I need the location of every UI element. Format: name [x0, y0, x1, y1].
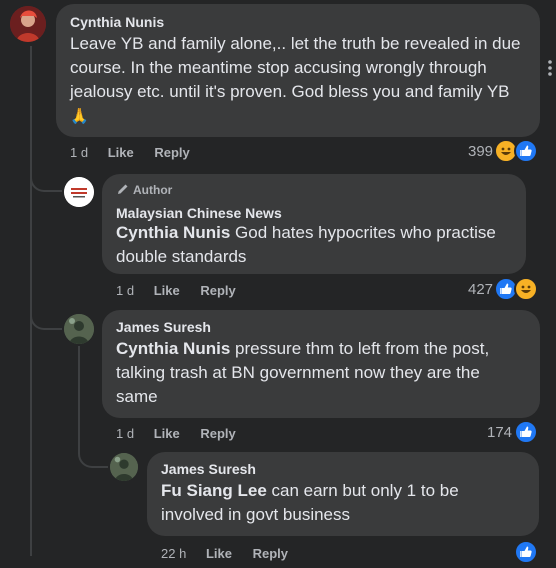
avatar[interactable] — [64, 177, 94, 207]
reply-button[interactable]: Reply — [200, 283, 235, 298]
comment-actions: 1 d Like Reply — [70, 145, 190, 160]
avatar[interactable] — [10, 6, 46, 42]
comment-time[interactable]: 22 h — [161, 546, 186, 561]
reply-button[interactable]: Reply — [200, 426, 235, 441]
avatar[interactable] — [110, 453, 138, 481]
comment-author[interactable]: Malaysian Chinese News — [116, 205, 512, 221]
reaction-count[interactable]: 427 — [468, 281, 493, 298]
comment-time[interactable]: 1 d — [116, 283, 134, 298]
reaction-count[interactable]: 399 — [468, 143, 493, 160]
comment-actions: 1 d Like Reply — [116, 283, 236, 298]
comment-time[interactable]: 1 d — [116, 426, 134, 441]
like-button[interactable]: Like — [154, 283, 180, 298]
comment-bubble: Cynthia Nunis Leave YB and family alone,… — [56, 4, 540, 137]
haha-reaction-icon[interactable] — [514, 277, 538, 301]
comment-bubble: James Suresh Cynthia Nunis pressure thm … — [102, 310, 540, 418]
like-reaction-icon[interactable] — [514, 139, 538, 163]
thread-branch — [30, 160, 62, 192]
comment-time[interactable]: 1 d — [70, 145, 88, 160]
comment-actions: 22 h Like Reply — [161, 546, 288, 561]
comment-bubble: Author Malaysian Chinese News Cynthia Nu… — [102, 174, 526, 274]
more-options-icon[interactable] — [544, 58, 556, 78]
comment-author[interactable]: James Suresh — [116, 319, 526, 335]
reply-button[interactable]: Reply — [154, 145, 189, 160]
thread-branch — [30, 300, 62, 330]
comment-text: Leave YB and family alone,.. let the tru… — [70, 34, 521, 125]
thread-branch — [78, 440, 108, 468]
reply-button[interactable]: Reply — [253, 546, 288, 561]
mention-link[interactable]: Cynthia Nunis — [116, 339, 230, 358]
like-reaction-icon[interactable] — [514, 420, 538, 444]
like-button[interactable]: Like — [108, 145, 134, 160]
comment-text: Cynthia Nunis pressure thm to left from … — [116, 339, 490, 406]
mention-link[interactable]: Fu Siang Lee — [161, 481, 267, 500]
comment-text: Cynthia Nunis God hates hypocrites who p… — [116, 223, 496, 266]
like-reaction-icon[interactable] — [514, 540, 538, 564]
reaction-count[interactable]: 174 — [487, 424, 512, 441]
mention-link[interactable]: Cynthia Nunis — [116, 223, 230, 242]
comment-bubble: James Suresh Fu Siang Lee can earn but o… — [147, 452, 539, 536]
avatar[interactable] — [64, 314, 94, 344]
comment-author[interactable]: Cynthia Nunis — [70, 14, 526, 30]
comment-actions: 1 d Like Reply — [116, 426, 236, 441]
like-button[interactable]: Like — [154, 426, 180, 441]
comment-author[interactable]: James Suresh — [161, 461, 525, 477]
thread-line — [78, 346, 80, 446]
pencil-icon — [116, 182, 130, 199]
author-badge: Author — [116, 182, 512, 199]
comment-text: Fu Siang Lee can earn but only 1 to be i… — [161, 481, 459, 524]
like-button[interactable]: Like — [206, 546, 232, 561]
folded-hands-emoji: 🙏 — [70, 108, 89, 125]
